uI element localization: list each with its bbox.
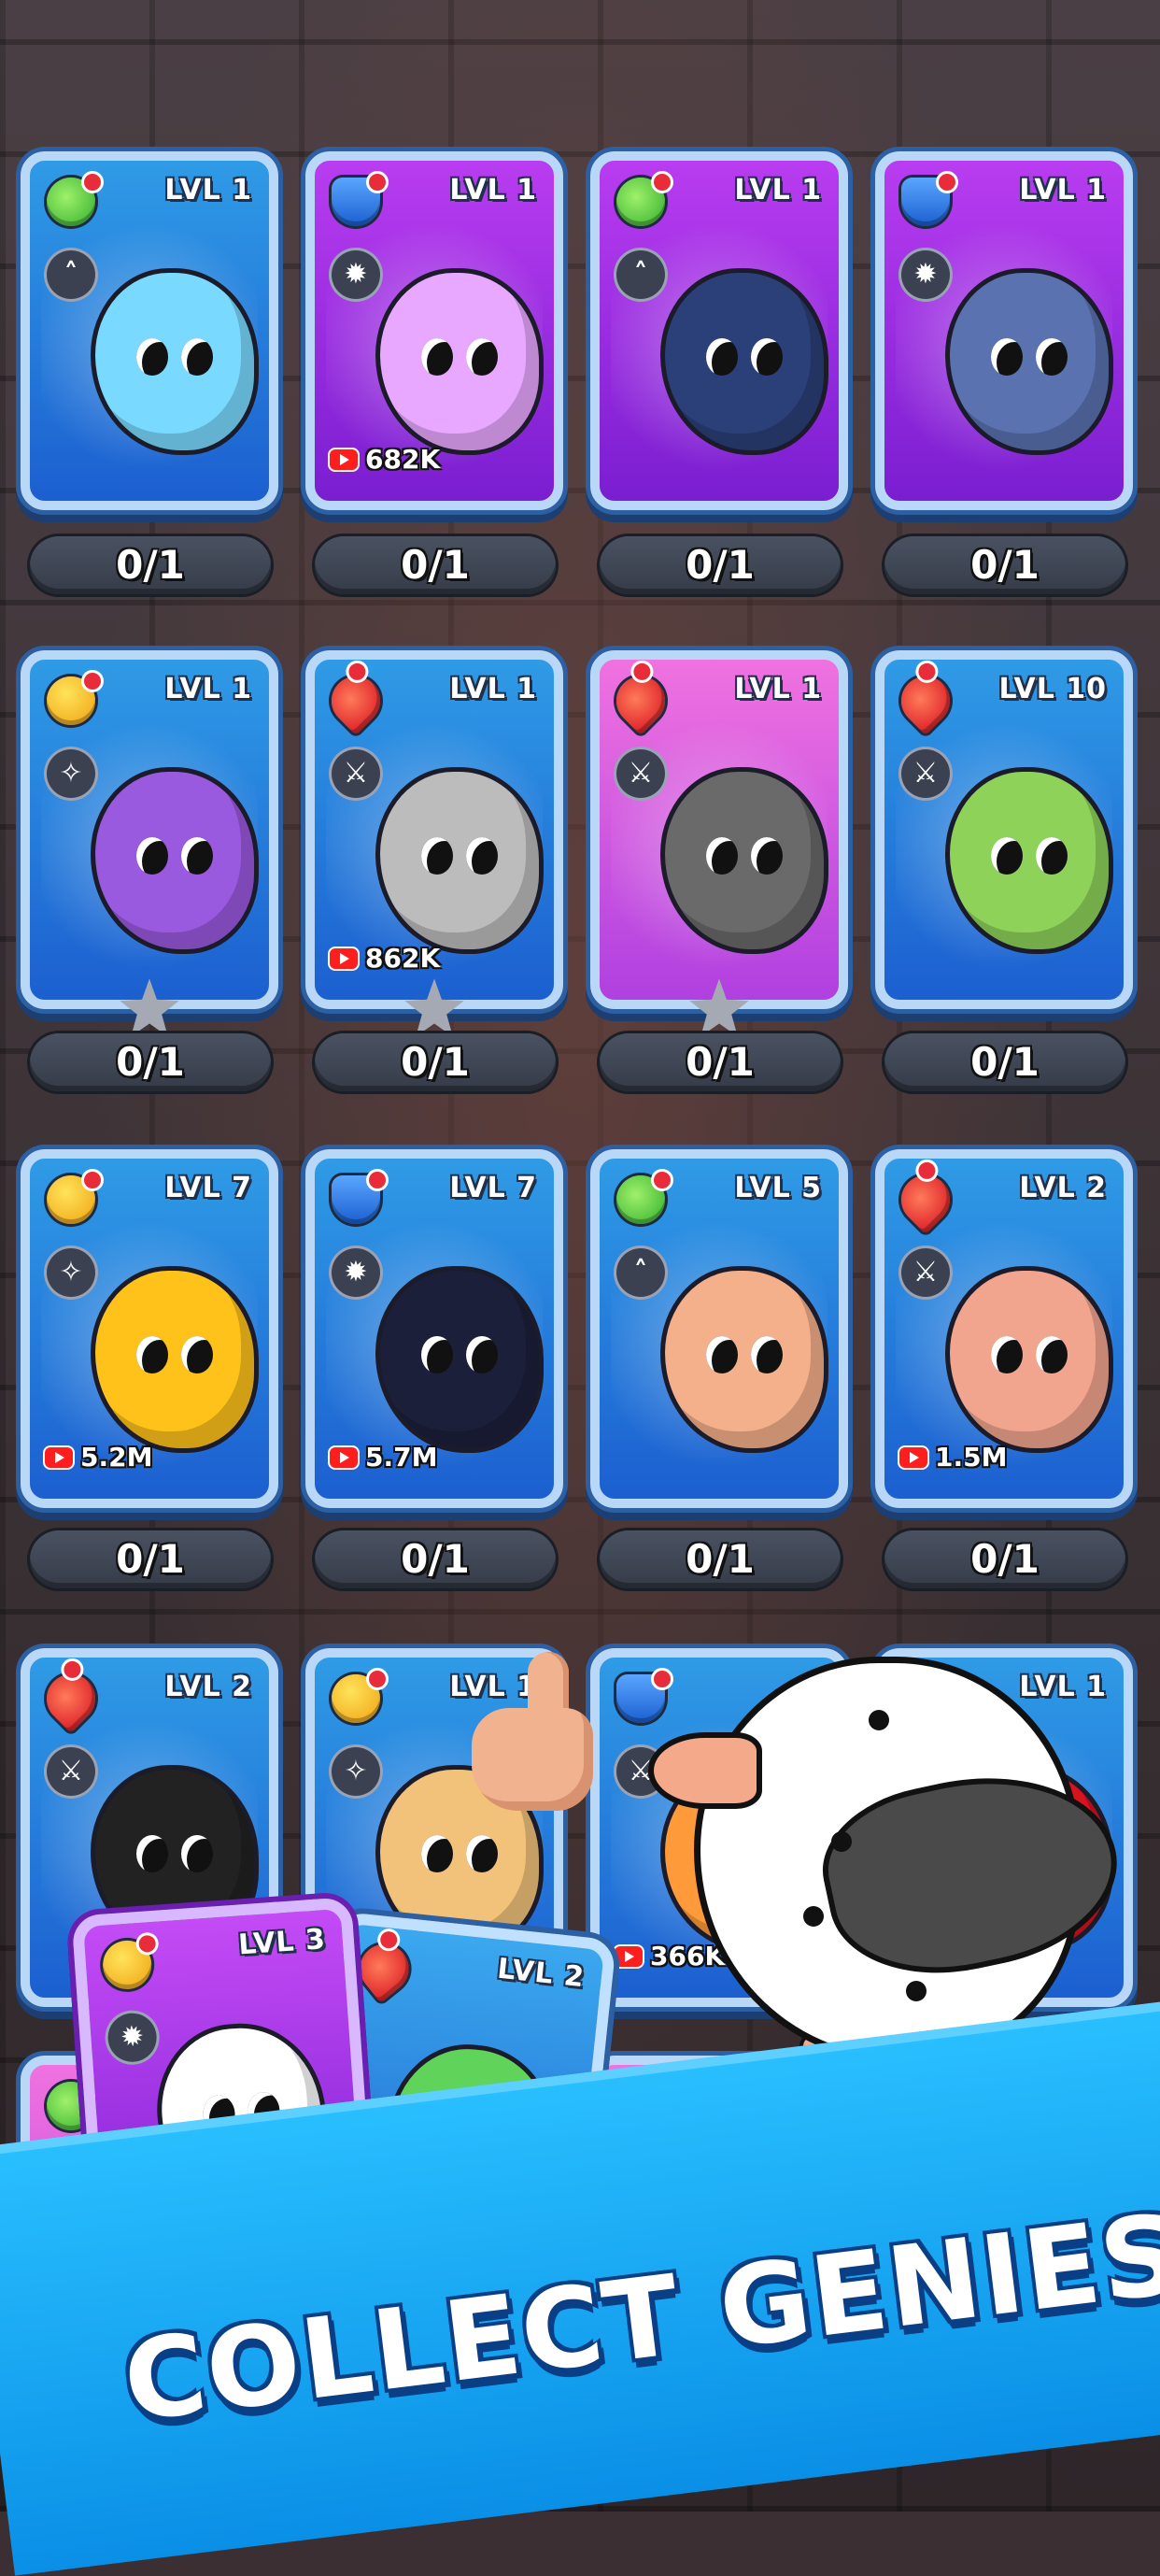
shield-icon — [332, 174, 386, 226]
genie-card[interactable]: ✹ LVL 1 682K — [305, 151, 563, 510]
card-level-label: LVL 10 — [998, 673, 1107, 705]
card-level-label: LVL 7 — [164, 1172, 252, 1204]
genie-card[interactable]: ˄ LVL 1 — [21, 151, 278, 510]
youtube-icon — [899, 1446, 927, 1468]
views-count: 1.5M — [935, 1442, 1008, 1473]
sword-icon: ⚔ — [901, 749, 950, 798]
wind-icon — [616, 1172, 671, 1224]
wind-icon — [616, 174, 671, 226]
thumbs-up-hand — [472, 1652, 612, 1820]
youtube-icon — [615, 1945, 643, 1967]
card-level-label: LVL 1 — [449, 673, 537, 705]
views-count: 5.7M — [365, 1442, 438, 1473]
card-progress: 0/1 — [30, 1530, 271, 1588]
youtube-icon — [45, 1446, 73, 1468]
chevrons-up-icon: ˄ — [47, 250, 95, 299]
card-level-label: LVL 5 — [734, 1172, 822, 1204]
views-count: 5.2M — [80, 1442, 153, 1473]
views-badge: 1.5M — [899, 1442, 1007, 1473]
card-level-label: LVL 2 — [1019, 1172, 1107, 1204]
card-progress: 0/1 — [884, 536, 1125, 594]
shield-icon — [616, 1671, 671, 1723]
card-level-label: LVL 3 — [237, 1923, 328, 1962]
card-level-label: LVL 1 — [449, 174, 537, 206]
card-progress: 0/1 — [884, 1530, 1125, 1588]
card-level-label: LVL 1 — [734, 174, 822, 206]
card-progress: 0/1 — [30, 536, 271, 594]
genie-card[interactable]: ⚔ LVL 1 862K — [305, 650, 563, 1009]
youtube-icon — [330, 947, 358, 969]
card-level-label: LVL 1 — [164, 174, 252, 206]
wand-icon: ✧ — [47, 749, 95, 798]
card-progress: 0/1 — [884, 1033, 1125, 1091]
burst-icon: ✹ — [901, 250, 950, 299]
fire-icon — [349, 1934, 419, 2003]
card-progress: 0/1 — [600, 1530, 841, 1588]
card-progress: 0/1 — [30, 1033, 271, 1091]
sword-icon: ⚔ — [47, 1747, 95, 1796]
card-level-label: LVL 7 — [449, 1172, 537, 1204]
genie-card[interactable]: ˄ LVL 1 — [590, 151, 848, 510]
views-count: 862K — [365, 943, 441, 974]
card-progress: 0/1 — [600, 536, 841, 594]
wand-icon: ✧ — [332, 1747, 380, 1796]
genie-card[interactable]: ⚔ LVL 10 — [875, 650, 1133, 1009]
card-progress: 0/1 — [600, 1033, 841, 1091]
burst-icon: ✹ — [332, 250, 380, 299]
genie-card[interactable]: ⚔ LVL 1 — [590, 650, 848, 1009]
sword-icon: ⚔ — [616, 749, 665, 798]
views-badge: 682K — [330, 444, 440, 475]
shield-icon — [332, 1172, 386, 1224]
youtube-icon — [330, 448, 358, 470]
card-progress: 0/1 — [315, 536, 556, 594]
genie-card[interactable]: ✧ LVL 1 — [21, 650, 278, 1009]
views-badge: 5.7M — [330, 1442, 437, 1473]
genie-card[interactable]: ˄ LVL 5 — [590, 1149, 848, 1508]
shield-icon — [901, 174, 955, 226]
card-level-label: LVL 1 — [164, 673, 252, 705]
bomb-icon — [47, 673, 101, 725]
card-level-label: LVL 2 — [495, 1952, 587, 1995]
genie-card[interactable]: ✹ LVL 7 5.7M — [305, 1149, 563, 1508]
card-level-label: LVL 2 — [164, 1671, 252, 1703]
genie-card[interactable]: ⚔ LVL 2 1.5M — [875, 1149, 1133, 1508]
bomb-icon — [332, 1671, 386, 1723]
burst-icon: ✹ — [106, 2011, 159, 2064]
genie-card[interactable]: ✹ LVL 1 — [875, 151, 1133, 510]
card-progress: 0/1 — [315, 1530, 556, 1588]
views-count: 682K — [365, 444, 441, 475]
youtube-icon — [330, 1446, 358, 1468]
card-level-label: LVL 1 — [1019, 174, 1107, 206]
wind-icon — [47, 174, 101, 226]
wand-icon: ✧ — [47, 1248, 95, 1297]
bomb-icon — [101, 1939, 153, 1991]
chevrons-up-icon: ˄ — [616, 1248, 665, 1297]
views-badge: 862K — [330, 943, 440, 974]
sword-icon: ⚔ — [332, 749, 380, 798]
burst-icon: ✹ — [332, 1248, 380, 1297]
sword-icon: ⚔ — [901, 1248, 950, 1297]
card-level-label: LVL 1 — [734, 673, 822, 705]
chevrons-up-icon: ˄ — [616, 250, 665, 299]
genie-card[interactable]: ✧ LVL 7 5.2M — [21, 1149, 278, 1508]
bomb-icon — [47, 1172, 101, 1224]
views-badge: 5.2M — [45, 1442, 152, 1473]
card-progress: 0/1 — [315, 1033, 556, 1091]
